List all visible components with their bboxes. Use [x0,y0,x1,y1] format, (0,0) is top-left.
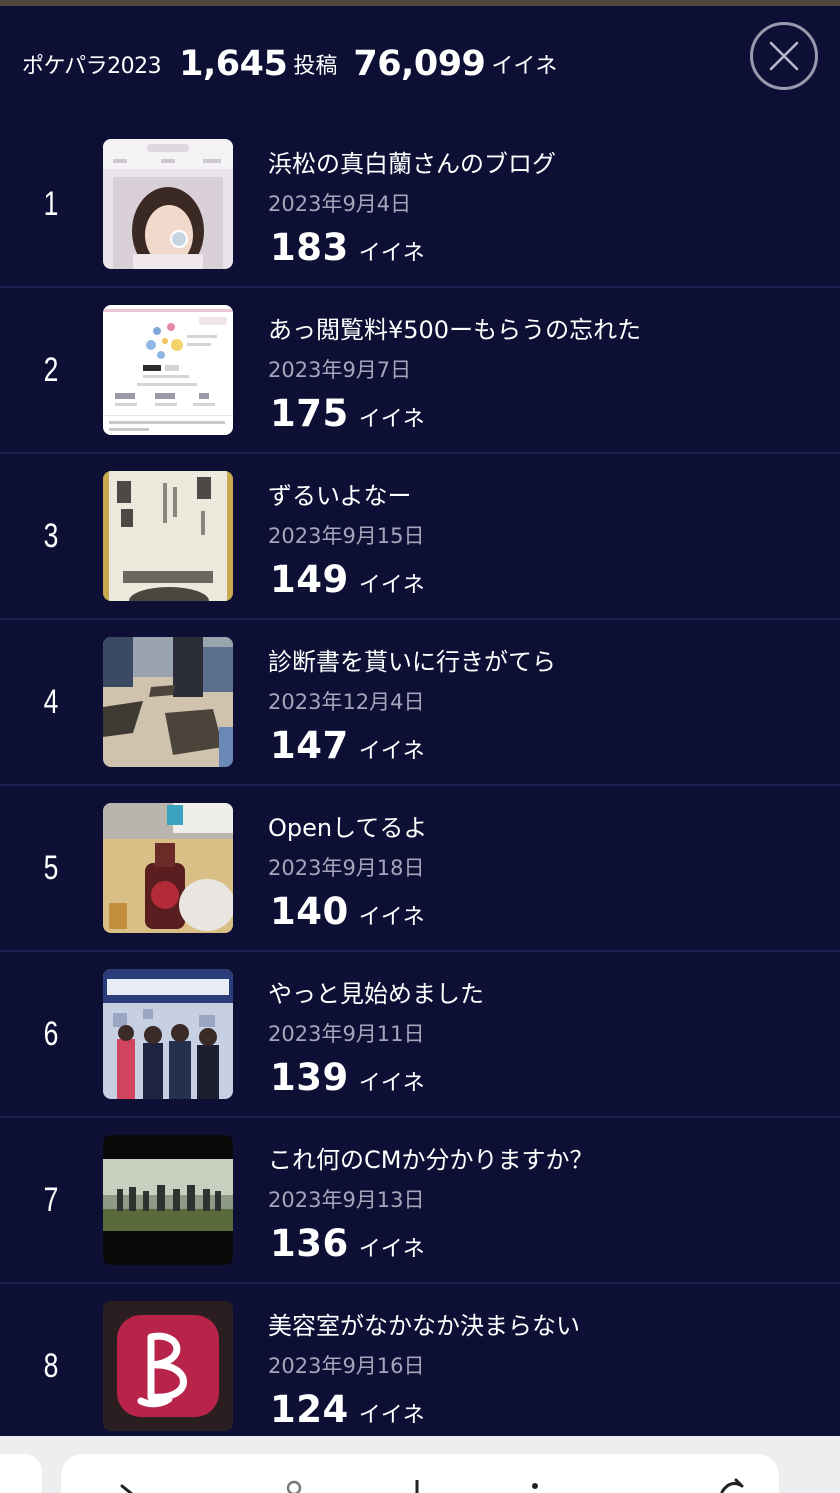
rank-number: 6 [43,1015,59,1053]
post-date: 2023年9月13日 [268,1188,425,1212]
ranking-item[interactable]: 5 Openしてるよ 2023年9月18日 140 イイネ [0,786,840,952]
ranking-item[interactable]: 4 診断書を貰いに行きがてら 2023年12月4日 147 イイネ [0,620,840,786]
rank-number: 7 [43,1181,59,1219]
post-likes: 136 イイネ [270,1222,425,1265]
ranking-item[interactable]: 3 ずるいよなー 2023年9月15日 149 イイネ [0,454,840,620]
rank-number: 3 [43,517,59,555]
share-icon[interactable] [410,1476,424,1493]
likes-unit: イイネ [358,1071,425,1096]
post-thumbnail-image[interactable] [103,139,233,269]
back-icon[interactable] [112,1476,142,1493]
post-thumbnail-image[interactable] [103,1301,233,1431]
post-title[interactable]: これ何のCMか分かりますか？ [268,1140,593,1175]
post-date: 2023年9月15日 [268,524,425,548]
likes-unit: イイネ [358,905,425,930]
post-date: 2023年12月4日 [268,690,425,714]
stats-header: ポケパラ2023 1,645 投稿 76,099 イイネ [0,6,840,122]
post-title[interactable]: 診断書を貰いに行きがてら [268,642,556,677]
post-date: 2023年9月16日 [268,1354,425,1378]
post-title[interactable]: 美容室がなかなか決まらない [268,1306,580,1341]
total-likes-unit: イイネ [491,54,558,79]
post-likes: 124 イイネ [270,1388,425,1431]
post-title[interactable]: あっ閲覧料¥500ーもらうの忘れた [268,310,641,345]
likes-count: 149 [270,558,349,601]
post-thumbnail-image[interactable] [103,637,233,767]
post-thumbnail-image[interactable] [103,803,233,933]
ranking-item[interactable]: 1 浜松の真白蘭さんのブログ 2023年9月4日 183 イイネ [0,122,840,288]
likes-unit: イイネ [358,739,425,764]
post-date: 2023年9月7日 [268,358,412,382]
year-label: ポケパラ2023 [22,54,162,79]
info-icon[interactable] [528,1476,542,1493]
likes-unit: イイネ [358,573,425,598]
rank-number: 8 [43,1347,59,1385]
ranking-item[interactable]: 8 美容室がなかなか決まらない 2023年9月16日 124 イイネ [0,1284,840,1450]
total-likes-count: 76,099 [353,44,486,84]
rank-number: 1 [43,185,59,223]
forward-icon[interactable] [716,1476,746,1493]
post-title[interactable]: ずるいよなー [268,476,412,511]
posts-count: 1,645 [179,44,288,84]
post-title[interactable]: Openしてるよ [268,808,427,843]
post-likes: 140 イイネ [270,890,425,933]
post-likes: 149 イイネ [270,558,425,601]
post-likes: 139 イイネ [270,1056,425,1099]
post-thumbnail-image[interactable] [103,305,233,435]
search-icon[interactable] [286,1476,306,1493]
rank-number: 4 [43,683,59,721]
close-button[interactable] [750,22,818,90]
post-likes: 183 イイネ [270,226,425,269]
likes-count: 140 [270,890,349,933]
likes-count: 124 [270,1388,349,1431]
ranking-item[interactable]: 7 これ何のCMか分かりますか？ 2023年9月13日 136 イイネ [0,1118,840,1284]
post-date: 2023年9月11日 [268,1022,425,1046]
toolbar-left-pill[interactable] [0,1454,42,1493]
likes-count: 136 [270,1222,349,1265]
likes-unit: イイネ [358,241,425,266]
post-date: 2023年9月4日 [268,192,412,216]
close-icon [769,41,799,71]
ranking-list: 1 浜松の真白蘭さんのブログ 2023年9月4日 183 イイネ 2 あっ閲覧料… [0,122,840,1450]
likes-count: 147 [270,724,349,767]
post-likes: 147 イイネ [270,724,425,767]
ranking-item[interactable]: 6 やっと見始めました 2023年9月11日 139 イイネ [0,952,840,1118]
likes-unit: イイネ [358,1237,425,1262]
post-thumbnail-image[interactable] [103,969,233,1099]
browser-toolbar [0,1436,840,1493]
rank-number: 5 [43,849,59,887]
likes-count: 139 [270,1056,349,1099]
post-date: 2023年9月18日 [268,856,425,880]
posts-unit: 投稿 [293,54,338,79]
post-title[interactable]: 浜松の真白蘭さんのブログ [268,144,556,179]
post-thumbnail-image[interactable] [103,1135,233,1265]
post-title[interactable]: やっと見始めました [268,974,484,1009]
likes-unit: イイネ [358,407,425,432]
post-likes: 175 イイネ [270,392,425,435]
ranking-item[interactable]: 2 あっ閲覧料¥500ーもらうの忘れた 2023年9月7日 175 イイネ [0,288,840,454]
rank-number: 2 [43,351,59,389]
likes-unit: イイネ [358,1403,425,1428]
likes-count: 175 [270,392,349,435]
post-thumbnail-image[interactable] [103,471,233,601]
likes-count: 183 [270,226,349,269]
